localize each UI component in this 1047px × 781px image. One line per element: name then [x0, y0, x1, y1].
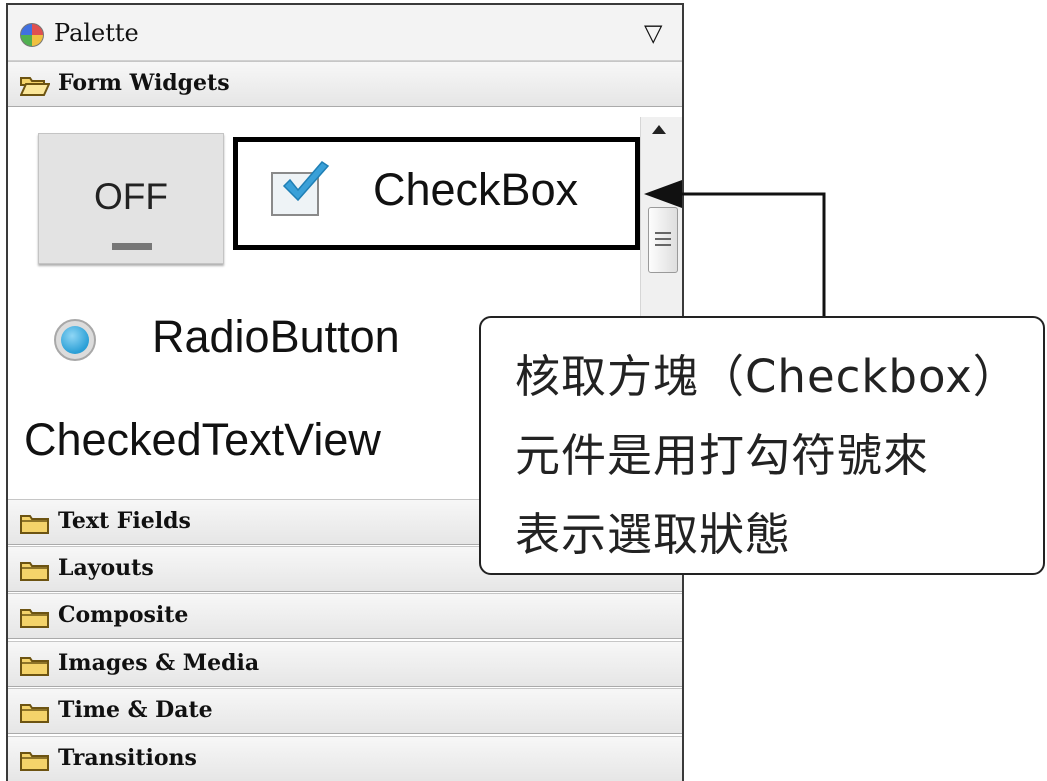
callout-line-1: 核取方塊（Checkbox） [515, 350, 1019, 403]
callout-annotation: 核取方塊（Checkbox） 元件是用打勾符號來 表示選取狀態 [479, 316, 1045, 575]
callout-line-3: 表示選取狀態 [515, 508, 792, 561]
callout-line-2: 元件是用打勾符號來 [515, 429, 930, 482]
